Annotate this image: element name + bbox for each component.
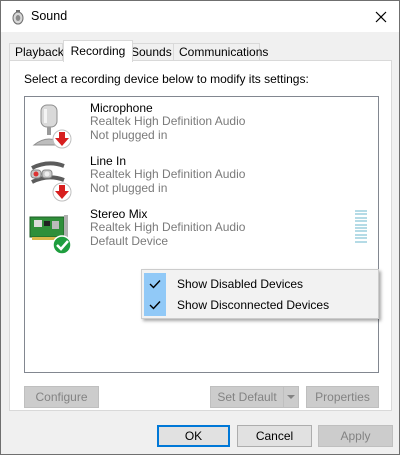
menu-item-show-disabled-devices[interactable]: Show Disabled Devices xyxy=(144,273,376,295)
tab-playback[interactable]: Playback xyxy=(9,43,64,61)
red-down-arrow-badge xyxy=(52,182,72,202)
properties-button[interactable]: Properties xyxy=(306,386,379,408)
device-driver: Realtek High Definition Audio xyxy=(90,220,246,234)
chevron-down-icon xyxy=(287,395,295,399)
level-bar xyxy=(355,226,367,229)
context-menu: Show Disabled Devices Show Disconnected … xyxy=(141,269,379,319)
checkmark-icon xyxy=(144,273,166,295)
tab-strip: Playback Recording Sounds Communications xyxy=(9,40,391,62)
device-driver: Realtek High Definition Audio xyxy=(90,167,246,181)
level-bar xyxy=(355,240,367,243)
device-list[interactable]: Microphone Realtek High Definition Audio… xyxy=(24,96,379,373)
level-bar xyxy=(355,223,367,226)
device-name: Microphone xyxy=(90,101,153,115)
line-in-cable-icon xyxy=(30,161,72,202)
level-bar xyxy=(355,233,367,236)
device-item-stereo-mix[interactable]: Stereo Mix Realtek High Definition Audio… xyxy=(25,206,378,256)
recording-tab-panel: Select a recording device below to modif… xyxy=(9,60,392,411)
level-bar xyxy=(355,230,367,233)
green-check-badge xyxy=(52,235,72,255)
apply-button[interactable]: Apply xyxy=(318,425,393,447)
device-status: Default Device xyxy=(90,234,169,248)
level-bar xyxy=(355,237,367,240)
device-item-line-in[interactable]: Line In Realtek High Definition Audio No… xyxy=(25,153,378,203)
window-title: Sound xyxy=(31,9,68,23)
speaker-icon xyxy=(12,10,24,25)
close-icon xyxy=(375,11,387,22)
instruction-text: Select a recording device below to modif… xyxy=(24,72,309,86)
set-default-dropdown-button[interactable] xyxy=(283,386,299,408)
tab-communications[interactable]: Communications xyxy=(173,43,268,61)
level-bar xyxy=(355,213,367,216)
red-down-arrow-badge xyxy=(52,129,72,149)
cancel-button[interactable]: Cancel xyxy=(237,425,312,447)
level-bar xyxy=(355,220,367,223)
device-name: Line In xyxy=(90,154,127,168)
checkmark-icon xyxy=(144,294,166,316)
sound-card-icon xyxy=(29,215,72,255)
microphone-icon xyxy=(32,104,72,149)
close-button[interactable] xyxy=(363,1,399,32)
title-bar[interactable]: Sound xyxy=(1,1,399,32)
sound-dialog: Sound Playback Recording Sounds Communic… xyxy=(0,0,400,455)
tab-recording[interactable]: Recording xyxy=(63,40,133,62)
device-status: Not plugged in xyxy=(90,128,168,142)
ok-button[interactable]: OK xyxy=(157,425,230,447)
set-default-button[interactable]: Set Default xyxy=(210,386,284,408)
configure-button[interactable]: Configure xyxy=(24,386,99,408)
device-item-microphone[interactable]: Microphone Realtek High Definition Audio… xyxy=(25,100,378,150)
level-meter xyxy=(355,210,367,250)
device-driver: Realtek High Definition Audio xyxy=(90,114,246,128)
menu-item-label: Show Disabled Devices xyxy=(177,277,304,291)
device-status: Not plugged in xyxy=(90,181,168,195)
menu-item-label: Show Disconnected Devices xyxy=(177,298,330,312)
level-bar xyxy=(355,216,367,219)
level-bar xyxy=(355,210,367,212)
device-name: Stereo Mix xyxy=(90,207,148,221)
menu-item-show-disconnected-devices[interactable]: Show Disconnected Devices xyxy=(144,294,376,316)
